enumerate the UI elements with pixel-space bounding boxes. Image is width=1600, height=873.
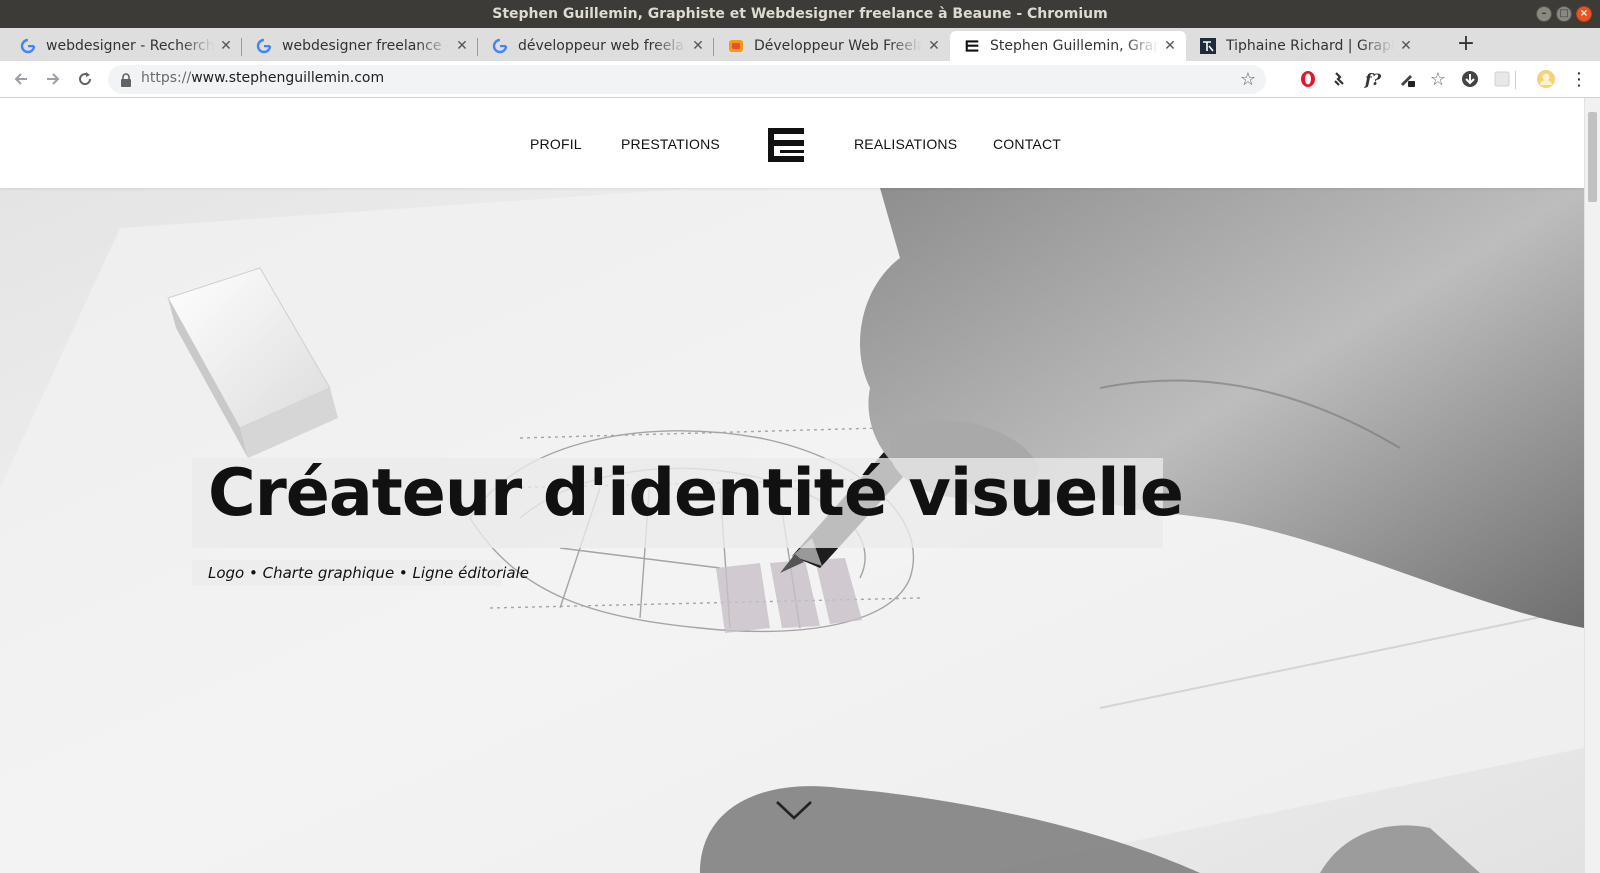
new-tab-button[interactable]: + <box>1454 33 1478 57</box>
tab-tiphaine-richard[interactable]: Tiphaine Richard | Graphiste ✕ <box>1186 31 1422 61</box>
tab-stephen-guillemin[interactable]: Stephen Guillemin, Graphiste et Webdesig… <box>950 31 1186 61</box>
window-title: Stephen Guillemin, Graphiste et Webdesig… <box>492 6 1108 22</box>
close-tab-icon[interactable]: ✕ <box>218 38 234 54</box>
window-title-bar: Stephen Guillemin, Graphiste et Webdesig… <box>0 0 1600 28</box>
close-tab-icon[interactable]: ✕ <box>1398 38 1414 54</box>
orange-site-icon <box>728 38 744 54</box>
arrow-left-icon <box>14 73 27 85</box>
tab-title: webdesigner - Recherche Google <box>46 38 214 54</box>
page-scrollbar[interactable] <box>1584 98 1600 873</box>
font-query-icon[interactable]: f? <box>1362 68 1384 90</box>
tab-developpeur-web-freelance[interactable]: Développeur Web Freelance ✕ <box>714 31 950 61</box>
page-viewport: PROFIL PRESTATIONS REALISATIONS CONTACT <box>0 98 1584 873</box>
sg-logo-icon <box>964 38 980 54</box>
tab-title: Développeur Web Freelance <box>754 38 922 54</box>
blank-extension-icon[interactable] <box>1491 68 1513 90</box>
close-tab-icon[interactable]: ✕ <box>926 38 942 54</box>
url-host: www.stephenguillemin.com <box>191 70 385 86</box>
tab-title: webdesigner freelance - Recherche Google <box>282 38 450 54</box>
tab-developpeur-search[interactable]: développeur web freelance - Recherche Go… <box>478 31 714 61</box>
hero-section: Créateur d'identité visuelle Logo • Char… <box>0 188 1584 873</box>
toolbar-separator <box>1515 71 1516 89</box>
reload-button[interactable] <box>74 68 96 90</box>
profile-avatar-icon[interactable] <box>1535 68 1557 90</box>
close-window-button[interactable]: × <box>1576 6 1592 22</box>
scroll-down-chevron-icon[interactable] <box>774 798 814 824</box>
nav-contact-link[interactable]: CONTACT <box>993 136 1061 152</box>
hero-title: Créateur d'identité visuelle <box>208 456 1184 531</box>
tab-title: développeur web freelance - Recherche Go… <box>518 38 686 54</box>
close-tab-icon[interactable]: ✕ <box>454 38 470 54</box>
address-bar[interactable]: https://www.stephenguillemin.com ☆ <box>108 65 1266 94</box>
pen-extension-icon[interactable] <box>1396 68 1418 90</box>
site-header: PROFIL PRESTATIONS REALISATIONS CONTACT <box>0 98 1584 188</box>
puzzle-arrow-icon[interactable] <box>1329 68 1351 90</box>
nav-realisations-link[interactable]: REALISATIONS <box>854 136 957 152</box>
tab-title: Tiphaine Richard | Graphiste <box>1226 38 1394 54</box>
browser-toolbar: https://www.stephenguillemin.com ☆ f? ☆ … <box>0 61 1600 98</box>
lock-icon <box>121 73 131 87</box>
google-icon <box>20 38 36 54</box>
back-button[interactable] <box>10 68 32 90</box>
maximize-button[interactable]: □ <box>1556 6 1572 22</box>
opera-icon[interactable] <box>1297 68 1319 90</box>
url-scheme: https:// <box>141 70 192 86</box>
tab-strip: webdesigner - Recherche Google ✕ webdesi… <box>0 28 1600 61</box>
bookmark-star-icon[interactable]: ☆ <box>1240 69 1256 90</box>
forward-button[interactable] <box>42 68 64 90</box>
star-extension-icon[interactable]: ☆ <box>1427 68 1449 90</box>
hero-subtitle: Logo • Charte graphique • Ligne éditoria… <box>208 564 529 582</box>
menu-dots-icon[interactable]: ⋮ <box>1568 68 1590 90</box>
tab-webdesigner-search[interactable]: webdesigner - Recherche Google ✕ <box>6 31 242 61</box>
scrollbar-thumb[interactable] <box>1588 112 1597 202</box>
nav-prestations-link[interactable]: PRESTATIONS <box>621 136 720 152</box>
download-icon[interactable] <box>1459 68 1481 90</box>
google-icon <box>256 38 272 54</box>
window-controls: – □ × <box>1536 6 1592 22</box>
url-text: https://www.stephenguillemin.com <box>141 70 384 86</box>
tab-title: Stephen Guillemin, Graphiste et Webdesig… <box>990 38 1158 54</box>
tab-webdesigner-freelance-search[interactable]: webdesigner freelance - Recherche Google… <box>242 31 478 61</box>
arrow-right-icon <box>47 73 60 85</box>
google-icon <box>492 38 508 54</box>
site-logo-icon[interactable] <box>766 125 806 165</box>
nav-profil-link[interactable]: PROFIL <box>530 136 582 152</box>
tr-logo-icon <box>1200 38 1216 54</box>
close-tab-icon[interactable]: ✕ <box>1162 38 1178 54</box>
reload-icon <box>79 72 92 86</box>
close-tab-icon[interactable]: ✕ <box>690 38 706 54</box>
minimize-button[interactable]: – <box>1536 6 1552 22</box>
